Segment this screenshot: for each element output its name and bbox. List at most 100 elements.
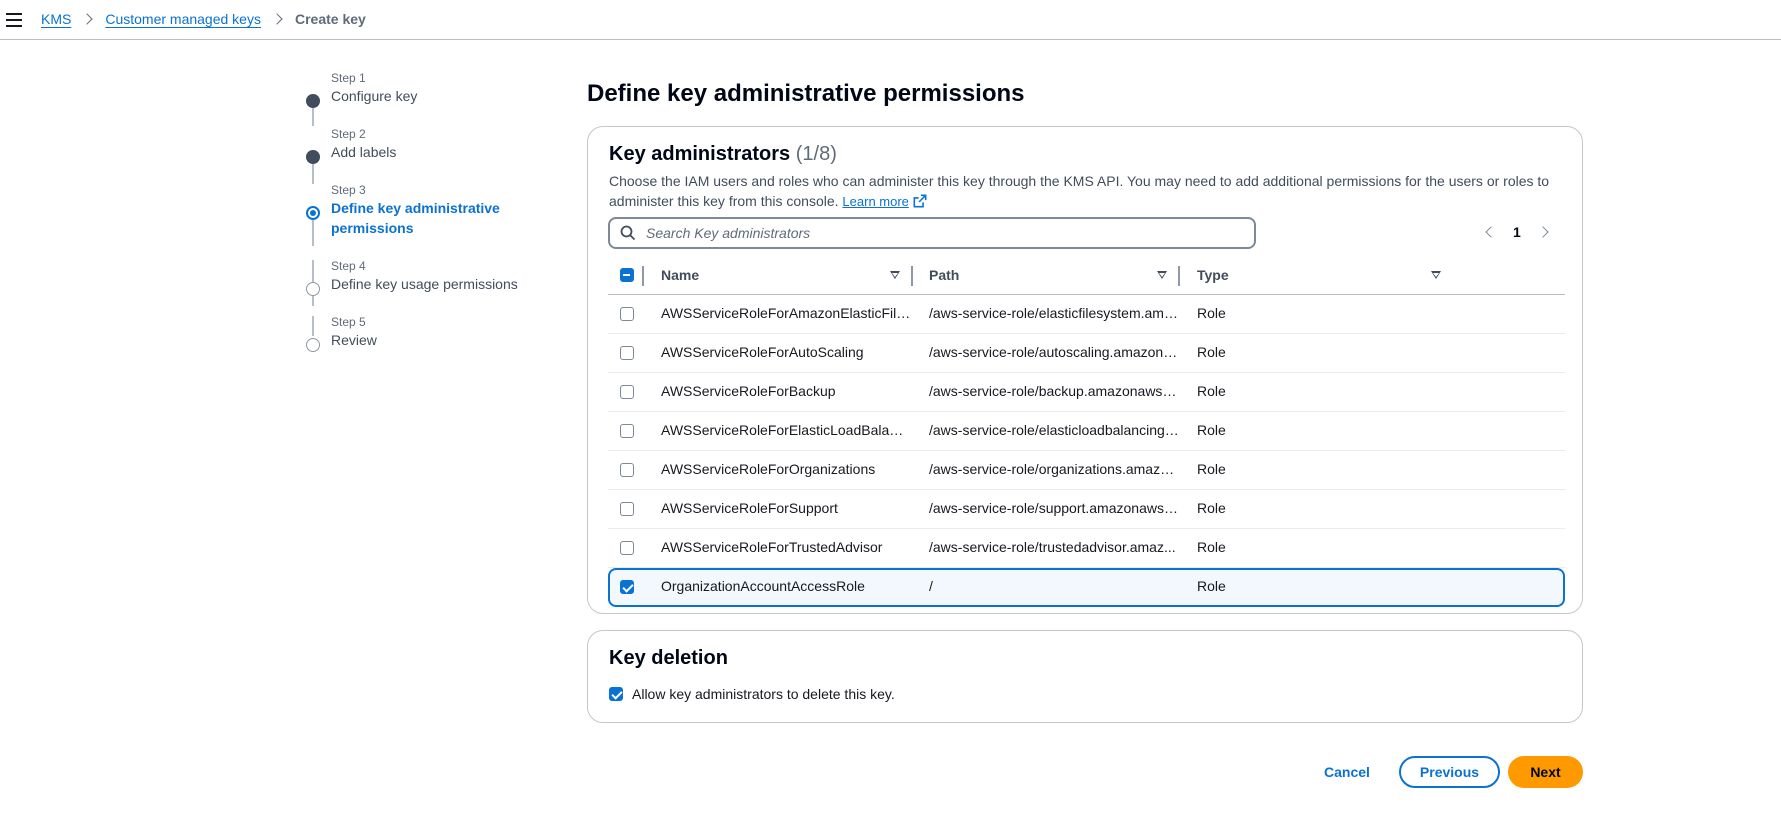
select-all-checkbox[interactable] (620, 268, 634, 282)
row-checkbox[interactable] (620, 580, 634, 594)
row-checkbox[interactable] (620, 424, 634, 438)
sort-icon[interactable] (1431, 271, 1441, 279)
table-row[interactable]: AWSServiceRoleForElasticLoadBalancing /a… (608, 412, 1565, 451)
step-complete-icon (306, 94, 320, 108)
cell-type: Role (1197, 461, 1226, 477)
key-administrators-title: Key administrators (609, 143, 791, 165)
cell-type: Role (1197, 383, 1226, 399)
step-number: Step 3 (331, 183, 366, 197)
column-header-type[interactable]: Type (1197, 267, 1229, 283)
key-administrators-panel: Key administrators (1/8) Choose the IAM … (587, 126, 1583, 614)
row-checkbox[interactable] (620, 502, 634, 516)
cell-name: AWSServiceRoleForTrustedAdvisor (661, 539, 883, 555)
breadcrumb-customer-managed-keys-link[interactable]: Customer managed keys (105, 11, 261, 27)
cell-name: OrganizationAccountAccessRole (661, 578, 865, 594)
pagination: 1 (1485, 224, 1549, 240)
chevron-right-icon (271, 13, 283, 25)
cell-path: /aws-service-role/elasticloadbalancing..… (929, 422, 1179, 438)
allow-deletion-checkbox[interactable] (609, 687, 623, 701)
step-complete-icon (306, 150, 320, 164)
step-review: Step 5 Review (300, 314, 540, 370)
chevron-right-icon (81, 13, 94, 25)
step-pending-icon (306, 282, 320, 296)
previous-button[interactable]: Previous (1399, 756, 1500, 788)
menu-icon[interactable] (6, 13, 22, 27)
top-navigation-bar: KMS Customer managed keys Create key (0, 0, 1781, 40)
column-header-name[interactable]: Name (661, 267, 699, 283)
page-title: Define key administrative permissions (587, 80, 1025, 107)
sort-icon[interactable] (1157, 271, 1167, 279)
step-number: Step 2 (331, 127, 366, 141)
cell-path: /aws-service-role/support.amazonaws.... (929, 500, 1179, 516)
table-header: Name Path Type (608, 257, 1565, 295)
step-label: Configure key (331, 88, 418, 104)
cell-type: Role (1197, 344, 1226, 360)
cell-path: /aws-service-role/elasticfilesystem.ama.… (929, 305, 1179, 321)
next-button[interactable]: Next (1508, 756, 1583, 788)
sort-icon[interactable] (890, 271, 900, 279)
step-label: Define key administrative permissions (331, 200, 500, 236)
cell-name: AWSServiceRoleForOrganizations (661, 461, 876, 477)
breadcrumb-current: Create key (294, 11, 366, 27)
step-current-icon (306, 206, 320, 220)
step-label: Add labels (331, 144, 397, 160)
row-checkbox[interactable] (620, 346, 634, 360)
cell-path: / (929, 578, 933, 594)
allow-deletion-label[interactable]: Allow key administrators to delete this … (632, 686, 895, 702)
cell-type: Role (1197, 422, 1226, 438)
row-checkbox[interactable] (620, 385, 634, 399)
table-row-selected[interactable]: OrganizationAccountAccessRole / Role (608, 568, 1565, 607)
cell-name: AWSServiceRoleForSupport (661, 500, 838, 516)
cell-path: /aws-service-role/trustedadvisor.amaz... (929, 539, 1176, 555)
breadcrumb-kms-link[interactable]: KMS (41, 11, 71, 27)
cell-type: Role (1197, 305, 1226, 321)
key-deletion-panel: Key deletion Allow key administrators to… (587, 630, 1583, 723)
cell-name: AWSServiceRoleForAutoScaling (661, 344, 864, 360)
cell-type: Role (1197, 500, 1226, 516)
table-row[interactable]: AWSServiceRoleForSupport /aws-service-ro… (608, 490, 1565, 529)
search-input[interactable] (646, 222, 1246, 244)
column-divider[interactable] (1178, 266, 1180, 286)
cell-type: Role (1197, 578, 1226, 594)
cell-name: AWSServiceRoleForBackup (661, 383, 836, 399)
cell-path: /aws-service-role/autoscaling.amazona... (929, 344, 1179, 360)
key-administrators-table: Name Path Type AWSServiceRoleForAmazonEl… (608, 257, 1565, 607)
selection-count: (1/8) (795, 143, 837, 165)
column-divider[interactable] (911, 266, 913, 286)
search-icon (620, 225, 636, 241)
table-row[interactable]: AWSServiceRoleForAmazonElasticFileS... /… (608, 295, 1565, 334)
row-checkbox[interactable] (620, 463, 634, 477)
row-checkbox[interactable] (620, 307, 634, 321)
cell-path: /aws-service-role/organizations.amazo... (929, 461, 1179, 477)
step-define-key-administrative-permissions: Step 3 Define key administrative permiss… (300, 182, 540, 258)
cell-name: AWSServiceRoleForElasticLoadBalancing (661, 422, 911, 438)
chevron-left-icon[interactable] (1485, 226, 1497, 238)
allow-deletion-option[interactable]: Allow key administrators to delete this … (609, 686, 895, 702)
key-deletion-title: Key deletion (609, 647, 728, 669)
column-header-path[interactable]: Path (929, 267, 959, 283)
table-row[interactable]: AWSServiceRoleForTrustedAdvisor /aws-ser… (608, 529, 1565, 568)
column-divider (642, 266, 644, 286)
key-administrators-heading: Key administrators (1/8) (609, 143, 837, 166)
step-configure-key[interactable]: Step 1 Configure key (300, 70, 540, 126)
table-row[interactable]: AWSServiceRoleForBackup /aws-service-rol… (608, 373, 1565, 412)
chevron-right-icon[interactable] (1537, 226, 1549, 238)
cell-path: /aws-service-role/backup.amazonaws.c... (929, 383, 1179, 399)
step-define-key-usage-permissions: Step 4 Define key usage permissions (300, 258, 540, 314)
learn-more-link[interactable]: Learn more (842, 194, 908, 209)
row-checkbox[interactable] (620, 541, 634, 555)
description-text: Choose the IAM users and roles who can a… (609, 173, 1550, 209)
cell-name: AWSServiceRoleForAmazonElasticFileS... (661, 305, 911, 321)
wizard-steps: Step 1 Configure key Step 2 Add labels S… (300, 70, 540, 370)
step-pending-icon (306, 338, 320, 352)
step-number: Step 4 (331, 259, 366, 273)
cancel-button[interactable]: Cancel (1318, 760, 1376, 784)
cell-type: Role (1197, 539, 1226, 555)
table-row[interactable]: AWSServiceRoleForOrganizations /aws-serv… (608, 451, 1565, 490)
table-row[interactable]: AWSServiceRoleForAutoScaling /aws-servic… (608, 334, 1565, 373)
search-key-administrators (608, 217, 1256, 249)
current-page[interactable]: 1 (1513, 224, 1521, 240)
step-add-labels[interactable]: Step 2 Add labels (300, 126, 540, 182)
step-label: Review (331, 332, 377, 348)
external-link-icon[interactable] (913, 194, 927, 208)
